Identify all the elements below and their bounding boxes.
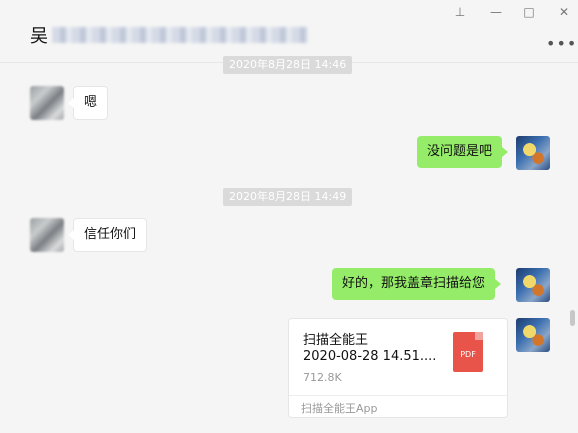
timestamp: 2020年8月28日 14:49 xyxy=(223,188,353,206)
file-name: 扫描全能王 xyxy=(303,333,369,348)
avatar-self[interactable] xyxy=(516,268,550,302)
pdf-label: PDF xyxy=(460,350,476,359)
message-bubble-outgoing: 好的，那我盖章扫描给您 xyxy=(332,268,502,300)
scrollbar[interactable] xyxy=(570,310,575,326)
avatar-self[interactable] xyxy=(516,318,550,352)
pin-icon[interactable]: ⊥ xyxy=(452,4,468,20)
avatar-contact[interactable] xyxy=(30,218,64,252)
minimize-icon[interactable]: — xyxy=(488,4,504,20)
avatar-contact[interactable] xyxy=(30,86,64,120)
redacted-title xyxy=(52,27,308,43)
file-source: 扫描全能王App xyxy=(301,402,378,415)
chat-header: 吴 ⊥ — □ ✕ ••• xyxy=(0,0,578,63)
file-subtitle: 2020-08-28 14.51.... xyxy=(303,349,437,364)
pdf-icon: PDF xyxy=(453,332,483,372)
more-options-icon[interactable]: ••• xyxy=(546,34,577,53)
file-size: 712.8K xyxy=(303,371,342,384)
message-bubble-incoming: 信任你们 xyxy=(67,218,148,252)
close-icon[interactable]: ✕ xyxy=(556,4,572,20)
chat-title: 吴 xyxy=(30,26,48,47)
file-message-card[interactable]: 扫描全能王 2020-08-28 14.51.... 712.8K PDF 扫描… xyxy=(288,318,508,418)
divider xyxy=(289,395,507,396)
maximize-icon[interactable]: □ xyxy=(521,4,537,20)
timestamp: 2020年8月28日 14:46 xyxy=(223,56,353,74)
message-bubble-outgoing: 没问题是吧 xyxy=(417,136,509,168)
message-bubble-incoming: 嗯 xyxy=(67,86,109,120)
avatar-self[interactable] xyxy=(516,136,550,170)
